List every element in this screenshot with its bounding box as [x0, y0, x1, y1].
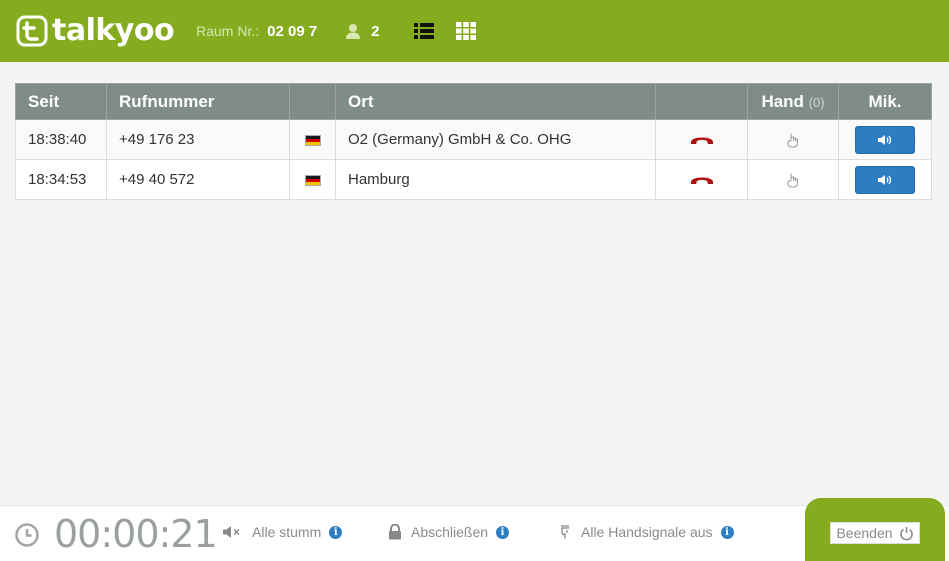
column-header-rufnummer[interactable]: Rufnummer [106, 83, 290, 120]
hand-raise-icon[interactable] [786, 132, 800, 148]
power-icon [899, 526, 913, 540]
list-view-icon[interactable] [413, 22, 434, 40]
column-header-mik: Mik. [838, 83, 932, 120]
end-call-button[interactable]: Beenden [830, 522, 920, 544]
logo-mark-icon [16, 15, 48, 47]
logo-text: talkyoo [52, 13, 175, 48]
cell-seit: 18:38:40 [15, 119, 107, 160]
hangup-icon[interactable] [689, 133, 715, 147]
hands-off-control[interactable]: Alle Handsignale aus i [557, 524, 734, 540]
column-header-hand: Hand (0) [747, 83, 839, 120]
microphone-toggle-button[interactable] [855, 165, 915, 194]
cell-rufnummer: +49 176 23 [106, 119, 290, 160]
cell-flag [289, 119, 336, 160]
talkyoo-logo: talkyoo [16, 13, 175, 48]
info-icon[interactable]: i [720, 525, 734, 539]
hand-down-icon [561, 525, 569, 539]
bottom-bar: 00:00:21 Alle stumm i Abschließen i Alle… [0, 498, 949, 561]
participants-table: Seit Rufnummer Ort Hand (0) Mik. 18:38:4… [15, 83, 932, 200]
lock-label: Abschließen [411, 524, 489, 540]
info-icon[interactable]: i [496, 525, 510, 539]
hands-off-label: Alle Handsignale aus [581, 524, 713, 540]
cell-rufnummer: +49 40 572 [106, 159, 290, 200]
hand-count: (0) [808, 94, 825, 110]
participant-count: 2 [371, 22, 380, 40]
mute-all-label: Alle stumm [252, 524, 322, 540]
hand-header-label: Hand [761, 91, 804, 111]
germany-flag-icon [304, 174, 321, 186]
clock-icon [15, 523, 39, 547]
column-header-ort[interactable]: Ort [335, 83, 656, 120]
hangup-icon[interactable] [689, 173, 715, 187]
room-number: 02 09 7 [267, 22, 318, 40]
mute-all-control[interactable]: Alle stumm i [222, 524, 343, 540]
room-label: Raum Nr.: [196, 23, 260, 39]
cell-flag [289, 159, 336, 200]
end-call-area: Beenden [805, 498, 945, 561]
info-icon[interactable]: i [329, 525, 343, 539]
speaker-icon [878, 134, 892, 145]
microphone-toggle-button[interactable] [855, 125, 915, 154]
germany-flag-icon [304, 134, 321, 146]
speaker-icon [878, 174, 892, 185]
column-header-hangup [655, 83, 748, 120]
cell-hand [747, 119, 839, 160]
lock-control[interactable]: Abschließen i [387, 524, 510, 540]
table-row: 18:38:40 +49 176 23 O2 (Germany) GmbH & … [15, 119, 932, 160]
cell-hand [747, 159, 839, 200]
cell-ort: Hamburg [335, 159, 656, 200]
cell-ort: O2 (Germany) GmbH & Co. OHG [335, 119, 656, 160]
table-header-row: Seit Rufnummer Ort Hand (0) Mik. [15, 83, 932, 120]
column-header-seit[interactable]: Seit [15, 83, 107, 120]
end-call-label: Beenden [836, 525, 893, 541]
user-icon [345, 22, 363, 40]
cell-seit: 18:34:53 [15, 159, 107, 200]
cell-hangup [655, 159, 748, 200]
grid-view-icon[interactable] [455, 22, 476, 40]
cell-hangup [655, 119, 748, 160]
column-header-flag [289, 83, 336, 120]
cell-mik [838, 159, 932, 200]
table-row: 18:34:53 +49 40 572 Hamburg [15, 159, 932, 200]
top-bar: talkyoo Raum Nr.: 02 09 7 2 [0, 0, 949, 62]
hand-raise-icon[interactable] [786, 172, 800, 188]
call-timer: 00:00:21 [54, 512, 218, 556]
lock-icon [389, 524, 401, 540]
cell-mik [838, 119, 932, 160]
mute-icon [223, 526, 240, 538]
